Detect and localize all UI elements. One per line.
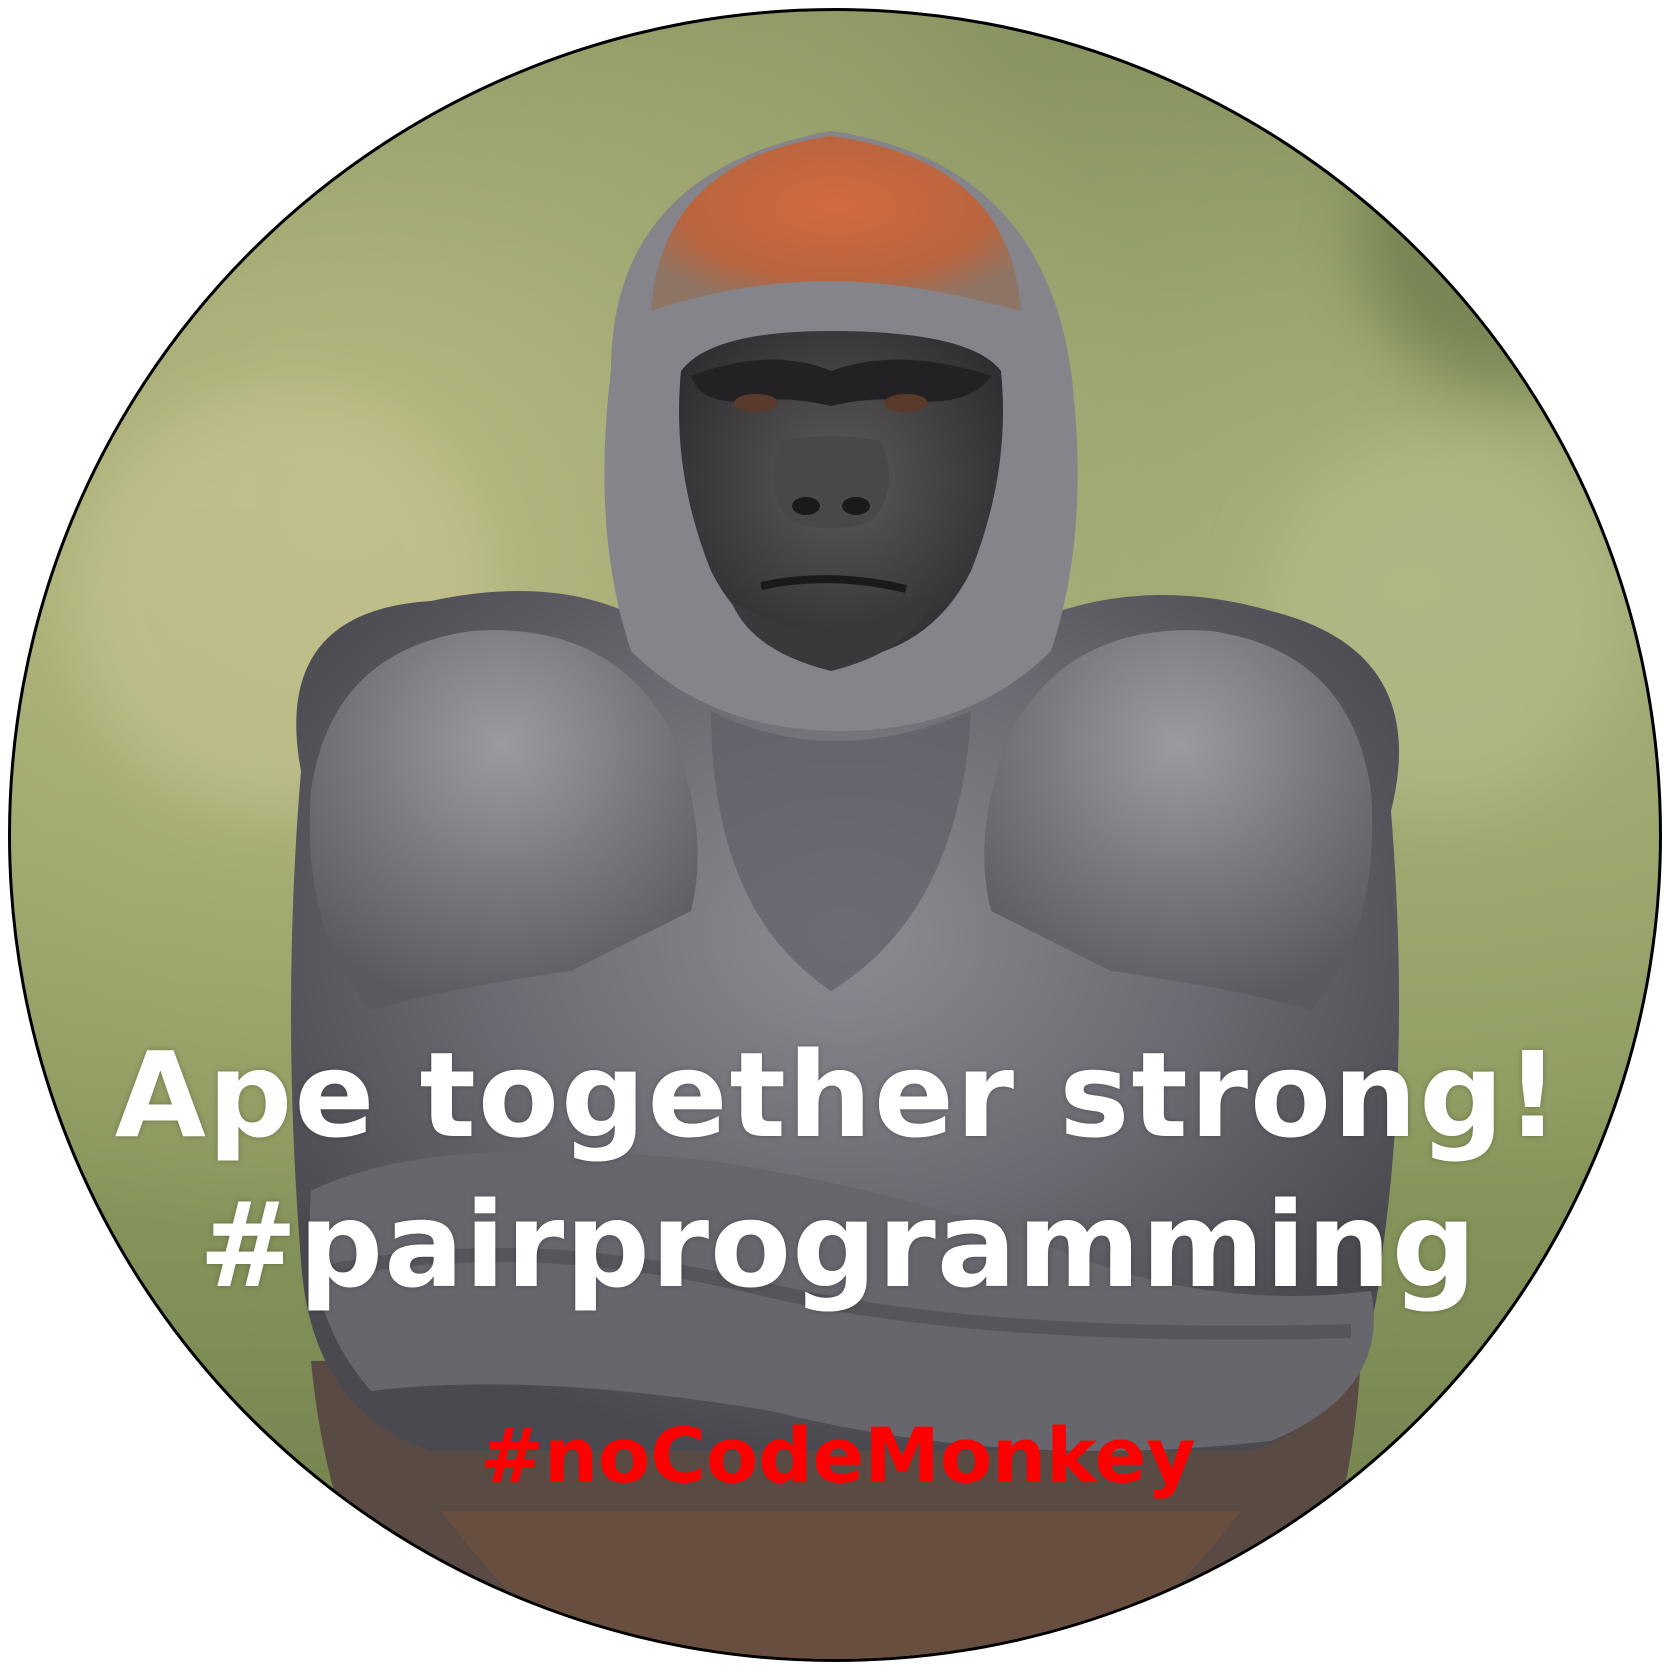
gorilla-eye-left [734,394,778,412]
gorilla-eye-right [884,394,928,412]
round-sticker: Ape together strong! #pairprogramming #n… [8,8,1662,1662]
caption-hashtag-nocodemonkey: #noCodeMonkey [480,1411,1196,1500]
caption-line-ape-together: Ape together strong! [114,1026,1562,1164]
caption-line-pairprogramming: #pairprogramming [198,1176,1478,1314]
gorilla-nose [773,436,889,529]
